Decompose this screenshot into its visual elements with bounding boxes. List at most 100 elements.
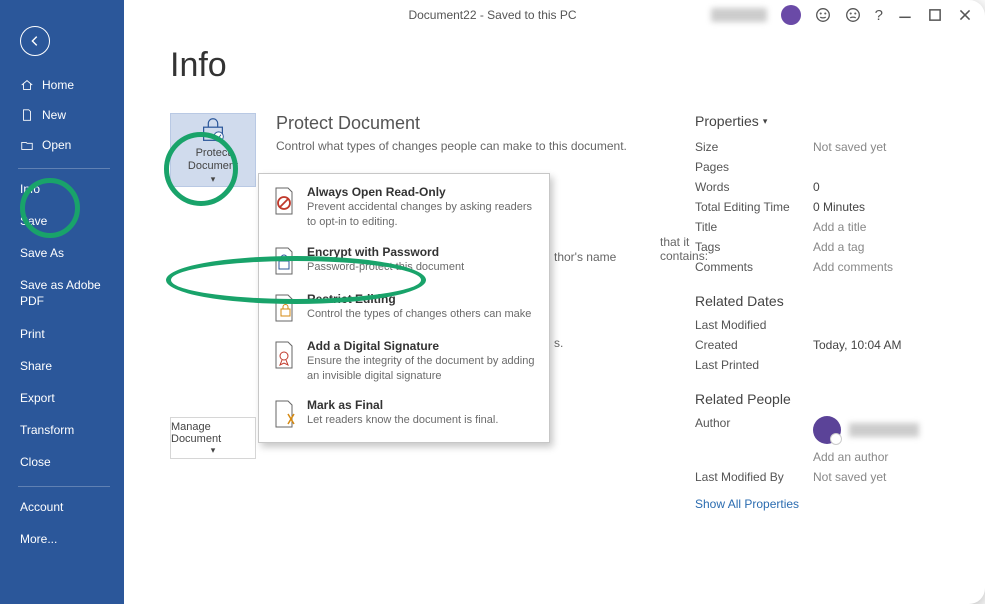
nav-account[interactable]: Account: [0, 491, 124, 523]
nav-save-as[interactable]: Save As: [0, 237, 124, 269]
nav-open-label: Open: [42, 138, 71, 152]
property-label: Comments: [695, 260, 803, 274]
property-row: Comments Add comments: [695, 257, 955, 277]
menu-item-desc: Ensure the integrity of the document by …: [307, 354, 537, 384]
title-bar: Document22 - Saved to this PC ?: [0, 0, 985, 30]
date-label: Created: [695, 338, 803, 352]
nav-open[interactable]: Open: [0, 130, 124, 160]
property-value: 0: [813, 180, 820, 194]
menu-item-desc: Prevent accidental changes by asking rea…: [307, 200, 537, 230]
menu-item-desc: Control the types of changes others can …: [307, 307, 531, 322]
user-avatar[interactable]: [781, 5, 801, 25]
help-button[interactable]: ?: [875, 7, 883, 24]
protect-document-button[interactable]: Protect Document ▾: [170, 113, 256, 187]
date-label: Last Printed: [695, 358, 803, 372]
add-author-link[interactable]: Add an author: [813, 450, 888, 464]
nav-info[interactable]: Info: [0, 173, 124, 205]
lock-shield-icon: [198, 115, 228, 145]
property-label: Tags: [695, 240, 803, 254]
author-avatar[interactable]: [813, 416, 841, 444]
protect-document-menu: Always Open Read-OnlyPrevent accidental …: [258, 173, 550, 443]
nav-close[interactable]: Close: [0, 446, 124, 478]
protect-document-heading: Protect Document: [276, 113, 627, 134]
property-value[interactable]: Not saved yet: [813, 140, 886, 154]
author-name-blurred: [849, 423, 919, 437]
property-row: Tags Add a tag: [695, 237, 955, 257]
menu-restrict-editing[interactable]: Restrict EditingControl the types of cha…: [259, 285, 549, 332]
nav-new-label: New: [42, 108, 66, 122]
partial-text: that it contains:: [660, 235, 708, 263]
nav-save-adobe[interactable]: Save as Adobe PDF: [0, 269, 124, 318]
property-label: Title: [695, 220, 803, 234]
nav-export[interactable]: Export: [0, 382, 124, 414]
nav-more[interactable]: More...: [0, 523, 124, 555]
property-row: Total Editing Time0 Minutes: [695, 197, 955, 217]
date-row: Created Today, 10:04 AM: [695, 335, 955, 355]
window-title: Document22 - Saved to this PC: [408, 8, 576, 22]
date-row: Last Modified: [695, 315, 955, 335]
folder-open-icon: [20, 138, 34, 152]
nav-new[interactable]: New: [0, 100, 124, 130]
manage-document-button[interactable]: Manage Document▾: [170, 417, 256, 459]
properties-panel: Properties▾ Size Not saved yet Pages Words 0…: [695, 113, 955, 511]
property-value: 0 Minutes: [813, 200, 865, 214]
home-icon: [20, 78, 34, 92]
final-icon: [271, 398, 297, 430]
date-value: Today, 10:04 AM: [813, 338, 902, 352]
nav-share[interactable]: Share: [0, 350, 124, 382]
menu-item-title: Mark as Final: [307, 398, 498, 412]
encrypt-icon: [271, 245, 297, 277]
date-label: Last Modified: [695, 318, 803, 332]
property-label: Size: [695, 140, 803, 154]
smile-icon[interactable]: [815, 7, 831, 23]
nav-save[interactable]: Save: [0, 205, 124, 237]
menu-item-desc: Password-protect this document: [307, 260, 464, 275]
content-area: Info Protect Document ▾ Protect Document…: [124, 30, 985, 604]
property-row: Pages: [695, 157, 955, 177]
menu-always-open-read-only[interactable]: Always Open Read-OnlyPrevent accidental …: [259, 178, 549, 238]
related-dates-header: Related Dates: [695, 293, 955, 309]
read-only-icon: [271, 185, 297, 217]
property-row: Words 0: [695, 177, 955, 197]
property-row: Size Not saved yet: [695, 137, 955, 157]
property-row: Title Add a title: [695, 217, 955, 237]
menu-item-title: Restrict Editing: [307, 292, 531, 306]
backstage-sidebar: Home New Open Info Save Save As Save as …: [0, 0, 124, 604]
menu-item-title: Encrypt with Password: [307, 245, 464, 259]
user-name-blurred: [711, 8, 767, 22]
nav-print[interactable]: Print: [0, 318, 124, 350]
signature-icon: [271, 339, 297, 371]
last-modified-by-label: Last Modified By: [695, 470, 803, 484]
nav-home-label: Home: [42, 78, 74, 92]
property-label: Words: [695, 180, 803, 194]
protect-document-button-label: Protect Document: [171, 147, 255, 172]
last-modified-by-value: Not saved yet: [813, 470, 886, 484]
menu-mark-as-final[interactable]: Mark as FinalLet readers know the docume…: [259, 391, 549, 438]
page-title: Info: [170, 46, 955, 85]
date-row: Last Printed: [695, 355, 955, 375]
back-button[interactable]: [20, 26, 50, 56]
menu-item-title: Always Open Read-Only: [307, 185, 537, 199]
nav-home[interactable]: Home: [0, 70, 124, 100]
menu-encrypt-with-password[interactable]: Encrypt with PasswordPassword-protect th…: [259, 238, 549, 285]
menu-add-digital-signature[interactable]: Add a Digital SignatureEnsure the integr…: [259, 332, 549, 392]
chevron-down-icon: ▾: [763, 116, 768, 127]
property-label: Pages: [695, 160, 803, 174]
document-icon: [20, 108, 34, 122]
property-value[interactable]: Add a title: [813, 220, 866, 234]
property-value[interactable]: Add comments: [813, 260, 893, 274]
partial-text: thor's name: [554, 250, 616, 264]
manage-document-label: Manage Document: [171, 421, 255, 445]
sad-icon[interactable]: [845, 7, 861, 23]
maximize-button[interactable]: [927, 7, 943, 23]
nav-transform[interactable]: Transform: [0, 414, 124, 446]
menu-item-title: Add a Digital Signature: [307, 339, 537, 353]
minimize-button[interactable]: [897, 7, 913, 23]
related-people-header: Related People: [695, 391, 955, 407]
property-value[interactable]: Add a tag: [813, 240, 864, 254]
partial-text: s.: [554, 336, 563, 350]
properties-header[interactable]: Properties▾: [695, 113, 955, 129]
close-button[interactable]: [957, 7, 973, 23]
author-label: Author: [695, 416, 803, 444]
show-all-properties-link[interactable]: Show All Properties: [695, 497, 955, 511]
